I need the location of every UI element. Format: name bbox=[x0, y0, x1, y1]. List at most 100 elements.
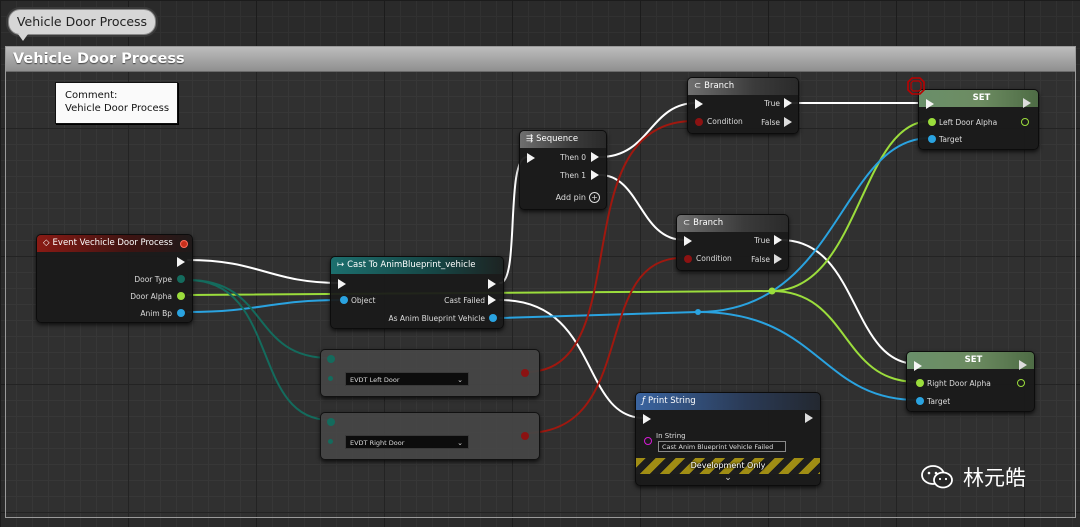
enum-compare-left-node[interactable]: EVDT Left Door ⌄ bbox=[320, 349, 540, 397]
event-node-title: Event Vechicle Door Process bbox=[52, 238, 173, 248]
expand-chevron-icon[interactable]: ⌄ bbox=[636, 473, 820, 483]
branch-node-2[interactable]: ⊂ Branch True Condition False bbox=[676, 214, 789, 271]
reroute-object bbox=[695, 309, 701, 315]
set-left-node[interactable]: SET Left Door Alpha Target bbox=[918, 89, 1039, 150]
sequence-node[interactable]: ⇶ Sequence Then 0 Then 1 Add pin + bbox=[519, 130, 607, 210]
branch1-false-pin[interactable] bbox=[784, 117, 792, 127]
set-right-exec-out-pin[interactable] bbox=[1019, 360, 1027, 370]
cast-exec-in-pin[interactable] bbox=[338, 279, 346, 289]
branch2-true-pin[interactable] bbox=[774, 235, 782, 245]
branch1-header[interactable]: ⊂ Branch bbox=[688, 78, 798, 95]
event-pin-door-type-label: Door Type bbox=[134, 275, 172, 284]
branch2-false-pin[interactable] bbox=[774, 254, 782, 264]
breakpoint-octagon-icon[interactable] bbox=[907, 77, 925, 95]
wire-exec-event-to-cast bbox=[187, 259, 341, 284]
sequence-node-header[interactable]: ⇶ Sequence bbox=[520, 131, 606, 148]
cast-object-label: Object bbox=[351, 296, 376, 305]
branch2-header[interactable]: ⊂ Branch bbox=[677, 215, 788, 232]
wire-obj-cast-to-reroute bbox=[499, 311, 699, 319]
set-right-header[interactable]: SET bbox=[907, 352, 1034, 369]
sequence-then0-pin[interactable] bbox=[591, 152, 599, 162]
development-only-label: Development Only bbox=[690, 461, 766, 470]
branch1-condition-label: Condition bbox=[707, 117, 743, 126]
cast-exec-out-pin[interactable] bbox=[488, 279, 496, 289]
branch1-true-pin[interactable] bbox=[784, 98, 792, 108]
event-anim-bp-pin[interactable] bbox=[177, 309, 185, 317]
enum-left-input-b-pin[interactable] bbox=[328, 376, 333, 381]
set-left-alpha-label: Left Door Alpha bbox=[939, 118, 998, 127]
cast-node-header[interactable]: ↦ Cast To AnimBlueprint_vehicle bbox=[331, 257, 503, 274]
event-pin-door-alpha-label: Door Alpha bbox=[130, 292, 172, 301]
enum-compare-right-node[interactable]: EVDT Right Door ⌄ bbox=[320, 412, 540, 460]
set-left-target-label: Target bbox=[939, 135, 963, 144]
set-right-alpha-in-pin[interactable] bbox=[916, 379, 924, 387]
set-left-exec-in-pin[interactable] bbox=[926, 99, 934, 109]
enum-right-input-a-pin[interactable] bbox=[327, 418, 335, 426]
cast-failed-pin[interactable] bbox=[488, 295, 496, 305]
set-left-target-pin[interactable] bbox=[928, 135, 936, 143]
set-right-exec-in-pin[interactable] bbox=[914, 361, 922, 371]
sequence-add-pin-label[interactable]: Add pin bbox=[556, 193, 586, 202]
set-right-target-label: Target bbox=[927, 397, 951, 406]
wire-exec-seq0-to-branch1 bbox=[599, 102, 697, 158]
print-in-string-input[interactable]: Cast Anim Blueprint Vehicle Failed bbox=[658, 441, 786, 452]
event-door-alpha-pin[interactable] bbox=[177, 292, 185, 300]
cast-node-title: Cast To AnimBlueprint_vehicle bbox=[347, 260, 476, 270]
sequence-then1-label: Then 1 bbox=[560, 171, 586, 180]
sequence-icon: ⇶ bbox=[526, 134, 534, 144]
add-pin-plus-icon[interactable]: + bbox=[589, 192, 600, 203]
enum-right-input-b-pin[interactable] bbox=[328, 439, 333, 444]
enum-right-value: EVDT Right Door bbox=[350, 439, 405, 447]
print-string-node[interactable]: ƒ Print String In String Cast Anim Bluepr… bbox=[635, 392, 821, 486]
branch2-false-label: False bbox=[751, 255, 770, 264]
enum-left-value: EVDT Left Door bbox=[350, 376, 400, 384]
watermark-text: 林元皓 bbox=[963, 466, 1026, 490]
set-left-alpha-in-pin[interactable] bbox=[928, 118, 936, 126]
set-left-exec-out-pin[interactable] bbox=[1023, 98, 1031, 108]
enum-right-dropdown[interactable]: EVDT Right Door ⌄ bbox=[345, 435, 469, 449]
wechat-icon bbox=[921, 465, 953, 489]
cast-as-bp-label: As Anim Blueprint Vehicle bbox=[388, 314, 485, 323]
enum-left-out-pin[interactable] bbox=[521, 369, 529, 377]
print-string-title: Print String bbox=[648, 396, 696, 406]
event-node-header[interactable]: ◇ Event Vechicle Door Process bbox=[37, 235, 192, 252]
event-door-type-pin[interactable] bbox=[177, 275, 185, 283]
wire-exec-seq1-to-branch2 bbox=[599, 174, 685, 241]
branch2-icon: ⊂ bbox=[683, 218, 691, 228]
chevron-down-icon: ⌄ bbox=[457, 376, 463, 384]
set-left-alpha-out-pin[interactable] bbox=[1021, 118, 1029, 126]
event-exec-out-pin[interactable] bbox=[177, 257, 185, 267]
enum-right-out-pin[interactable] bbox=[521, 432, 529, 440]
cast-failed-label: Cast Failed bbox=[444, 296, 485, 305]
sequence-exec-in-pin[interactable] bbox=[527, 153, 535, 163]
wire-obj-animbp-to-cast bbox=[187, 299, 343, 313]
set-right-alpha-out-pin[interactable] bbox=[1017, 379, 1025, 387]
branch1-condition-pin[interactable] bbox=[695, 118, 703, 126]
print-string-header[interactable]: ƒ Print String bbox=[636, 393, 820, 410]
branch-node-1[interactable]: ⊂ Branch True Condition False bbox=[687, 77, 799, 134]
cast-as-bp-pin[interactable] bbox=[489, 314, 497, 322]
event-pin-anim-bp-label: Anim Bp bbox=[140, 309, 172, 318]
print-exec-in-pin[interactable] bbox=[643, 414, 651, 424]
cast-object-pin[interactable] bbox=[340, 296, 348, 304]
wire-byte-to-left-enum bbox=[187, 279, 331, 359]
print-in-string-pin[interactable] bbox=[644, 437, 652, 445]
event-node[interactable]: ◇ Event Vechicle Door Process Door Type D… bbox=[36, 234, 193, 323]
watermark: 林元皓 bbox=[920, 462, 1026, 492]
branch2-true-label: True bbox=[754, 236, 770, 245]
branch2-condition-pin[interactable] bbox=[684, 255, 692, 263]
set-right-node[interactable]: SET Right Door Alpha Target bbox=[906, 351, 1035, 412]
print-exec-out-pin[interactable] bbox=[805, 413, 813, 423]
enum-left-dropdown[interactable]: EVDT Left Door ⌄ bbox=[345, 372, 469, 386]
event-diamond-icon: ◇ bbox=[43, 238, 50, 248]
event-delegate-pin[interactable] bbox=[180, 240, 188, 248]
set-left-header[interactable]: SET bbox=[919, 90, 1038, 107]
sequence-then1-pin[interactable] bbox=[591, 170, 599, 180]
enum-left-input-a-pin[interactable] bbox=[327, 355, 335, 363]
set-right-target-pin[interactable] bbox=[916, 397, 924, 405]
cast-node[interactable]: ↦ Cast To AnimBlueprint_vehicle Object Ca… bbox=[330, 256, 504, 329]
function-icon: ƒ bbox=[642, 396, 645, 406]
branch1-exec-in-pin[interactable] bbox=[695, 99, 703, 109]
branch2-exec-in-pin[interactable] bbox=[684, 236, 692, 246]
wire-float-to-right bbox=[771, 290, 918, 383]
